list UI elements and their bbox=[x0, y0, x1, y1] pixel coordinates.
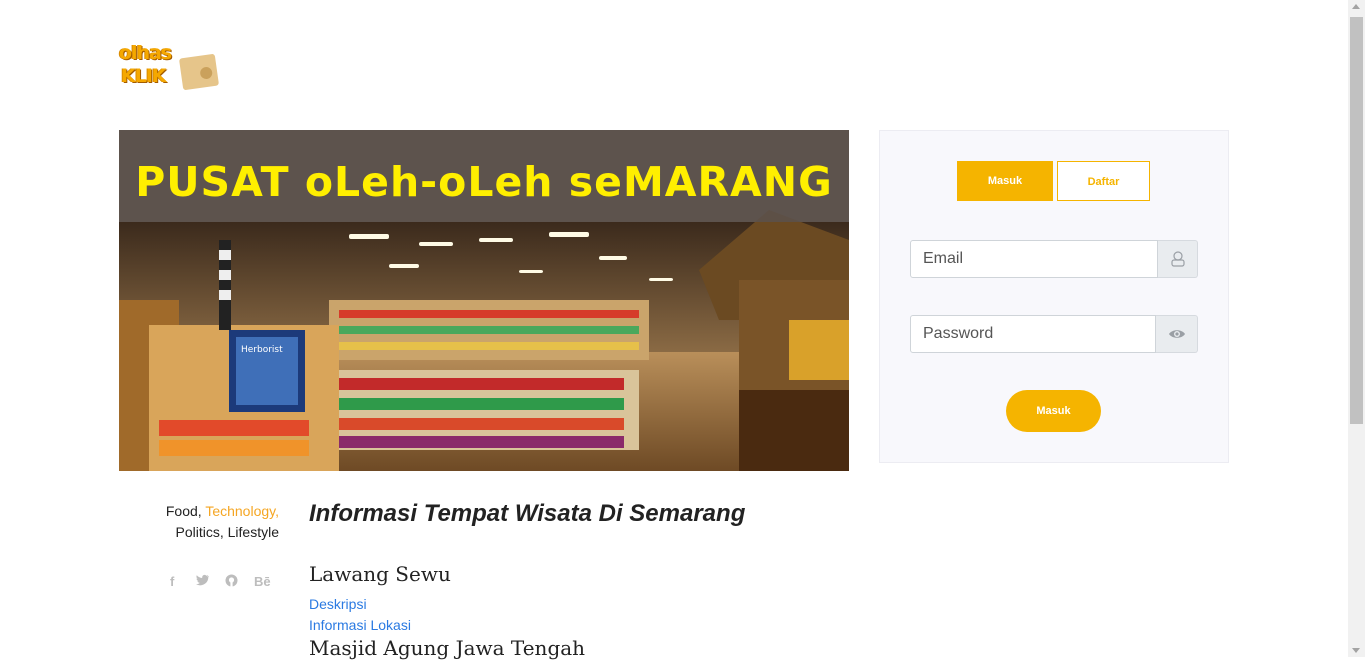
hero-banner-title: PUSAT oLeh-oLeh seMARANG bbox=[135, 158, 833, 206]
eye-icon bbox=[1168, 330, 1185, 338]
page-scrollbar[interactable] bbox=[1348, 0, 1365, 657]
twitter-icon[interactable] bbox=[196, 574, 210, 589]
email-field[interactable] bbox=[910, 240, 1158, 278]
hero-sign-text: Herborist bbox=[241, 345, 283, 355]
password-field[interactable] bbox=[910, 315, 1156, 353]
hero-image: Herborist PUSAT oLeh-oLeh seMARANG bbox=[119, 130, 849, 471]
social-links: f Bē bbox=[168, 574, 278, 594]
link-description[interactable]: Deskripsi bbox=[309, 596, 367, 612]
shopping-bag-icon bbox=[178, 53, 220, 91]
login-submit-button[interactable]: Masuk bbox=[1006, 390, 1101, 432]
password-group bbox=[910, 315, 1198, 353]
link-location-info[interactable]: Informasi Lokasi bbox=[309, 617, 411, 633]
category-lifestyle[interactable]: Lifestyle bbox=[228, 524, 279, 540]
tab-register[interactable]: Daftar bbox=[1057, 161, 1150, 201]
category-separator: , bbox=[219, 524, 228, 540]
scroll-up-icon[interactable] bbox=[1352, 4, 1360, 9]
site-logo[interactable]: olhas KLIK bbox=[119, 42, 220, 91]
category-technology[interactable]: Technology, bbox=[205, 503, 279, 519]
email-group bbox=[910, 240, 1198, 278]
logo-word-1: olhas bbox=[119, 42, 172, 64]
github-icon[interactable] bbox=[225, 574, 238, 590]
category-food[interactable]: Food bbox=[166, 503, 198, 519]
login-panel: Masuk Daftar Masuk bbox=[879, 130, 1229, 463]
facebook-icon[interactable]: f bbox=[170, 574, 174, 589]
place-title-masjid-agung: Masjid Agung Jawa Tengah bbox=[309, 636, 586, 660]
scroll-down-icon[interactable] bbox=[1352, 648, 1360, 653]
post-categories: Food, Technology, Politics, Lifestyle bbox=[150, 501, 279, 543]
article-title: Informasi Tempat Wisata Di Semarang bbox=[309, 500, 746, 527]
place-title-lawang-sewu: Lawang Sewu bbox=[309, 562, 451, 586]
behance-icon[interactable]: Bē bbox=[254, 574, 271, 589]
email-addon bbox=[1158, 240, 1198, 278]
category-politics[interactable]: Politics bbox=[176, 524, 220, 540]
password-toggle[interactable] bbox=[1156, 315, 1198, 353]
scrollbar-thumb[interactable] bbox=[1350, 17, 1363, 424]
logo-word-2: KLIK bbox=[121, 65, 167, 87]
tab-login[interactable]: Masuk bbox=[957, 161, 1053, 201]
user-icon bbox=[1170, 251, 1185, 267]
